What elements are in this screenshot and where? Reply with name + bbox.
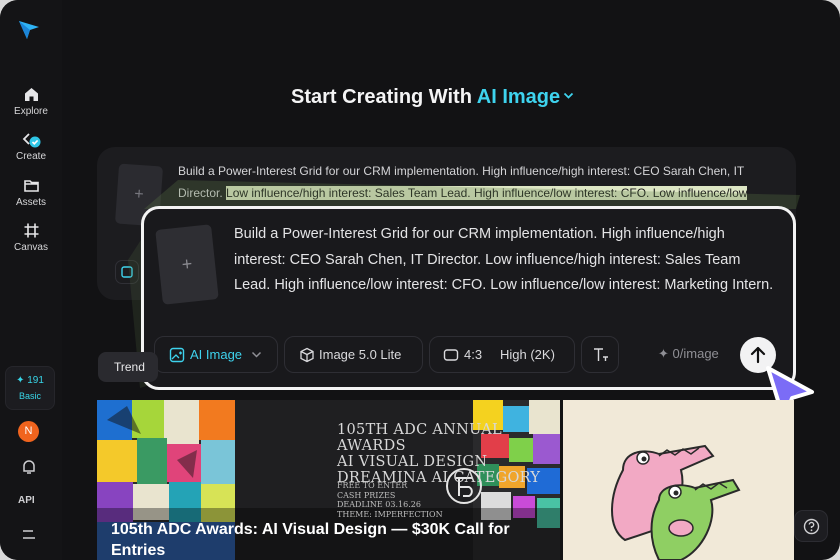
logo-icon[interactable]: [17, 17, 41, 41]
sidebar-item-assets[interactable]: Assets: [0, 177, 62, 208]
canvas-icon: [24, 223, 38, 238]
mode-label: AI Image: [476, 86, 561, 108]
aspect-ratio-icon: [443, 349, 459, 361]
prompt-card: + Build a Power-Interest Grid for our CR…: [141, 206, 796, 390]
sidebar-item-explore[interactable]: Explore: [0, 86, 62, 117]
sidebar-item-label: Create: [15, 151, 46, 162]
bell-icon[interactable]: [20, 458, 38, 476]
prompt-input[interactable]: Build a Power-Interest Grid for our CRM …: [234, 222, 779, 299]
gallery-card-adc-awards[interactable]: 105TH ADC ANNUAL AWARDS AI VISUAL DESIGN…: [97, 400, 560, 560]
mode-dropdown-label: AI Image: [190, 347, 243, 362]
create-icon: [22, 133, 41, 148]
mode-dropdown[interactable]: AI Image: [154, 336, 278, 373]
title-prefix: Start Creating With: [291, 86, 472, 108]
award-detail-line: DEADLINE 03.16.26: [337, 500, 421, 509]
model-selector[interactable]: Image 5.0 Lite: [284, 336, 423, 373]
cube-icon: [300, 347, 314, 363]
text-style-button[interactable]: [581, 336, 619, 373]
cost-indicator: ✦ 0/image: [658, 346, 719, 362]
text-format-icon: [594, 348, 608, 361]
mode-switcher[interactable]: AI Image: [477, 86, 574, 108]
reference-upload[interactable]: +: [155, 224, 219, 305]
model-label: Image 5.0 Lite: [319, 347, 402, 362]
page-title: Start Creating With AI Image: [291, 86, 574, 109]
award-heading: 105TH ADC ANNUAL AWARDS AI VISUAL DESIGN…: [337, 422, 560, 486]
sidebar-item-create[interactable]: Create: [0, 131, 62, 162]
avatar[interactable]: N: [18, 421, 39, 442]
plan-label: Basic: [18, 391, 41, 401]
folder-icon: [23, 180, 39, 192]
credit-count: 191: [27, 375, 44, 386]
image-mode-icon-background: [115, 260, 139, 284]
award-detail-line: CASH PRIZES: [337, 490, 396, 500]
crocodile-illustration: [611, 444, 741, 560]
sidebar: Explore Create Assets Canvas ✦ 191 Basic…: [0, 0, 62, 560]
credits-badge[interactable]: ✦ 191 Basic: [5, 366, 55, 410]
ratio-label: 4:3: [464, 347, 483, 362]
award-line: 105TH ADC ANNUAL AWARDS: [337, 422, 502, 454]
sidebar-item-label: Assets: [15, 197, 46, 208]
app-window: Explore Create Assets Canvas ✦ 191 Basic…: [0, 0, 840, 560]
award-detail-line: THEME: IMPERFECTION: [337, 509, 443, 519]
sidebar-item-label: Canvas: [14, 242, 48, 253]
award-line: AI VISUAL DESIGN: [337, 454, 488, 470]
gallery-card-crocodiles[interactable]: [563, 400, 794, 560]
tab-trending[interactable]: Trend: [98, 352, 158, 382]
chevron-down-icon: [563, 92, 574, 99]
award-detail-line: FREE TO ENTER: [337, 481, 408, 490]
ratio-quality-selector[interactable]: 4:3 High (2K): [429, 336, 575, 373]
api-link[interactable]: API: [18, 495, 35, 506]
sidebar-item-canvas[interactable]: Canvas: [0, 222, 62, 253]
chevron-down-icon: [251, 351, 262, 358]
help-button[interactable]: [794, 510, 828, 542]
award-details: FREE TO ENTER CASH PRIZES DEADLINE 03.16…: [337, 481, 443, 519]
image-icon: [169, 347, 185, 363]
sidebar-item-label: Explore: [14, 106, 48, 117]
gallery-card-title: 105th ADC Awards: AI Visual Design — $30…: [111, 521, 510, 559]
home-icon: [24, 88, 38, 101]
menu-icon[interactable]: [20, 528, 38, 542]
prompt-text-background: Build a Power-Interest Grid for our CRM …: [178, 160, 783, 210]
spark-icon: ✦: [16, 375, 25, 386]
spark-icon: ✦: [658, 346, 669, 361]
question-icon: [803, 518, 820, 535]
cost-label: 0/image: [672, 346, 719, 361]
quality-label: High (2K): [500, 347, 555, 362]
prompt-text-highlight: Low influence/high interest: Sales Team …: [226, 186, 748, 200]
